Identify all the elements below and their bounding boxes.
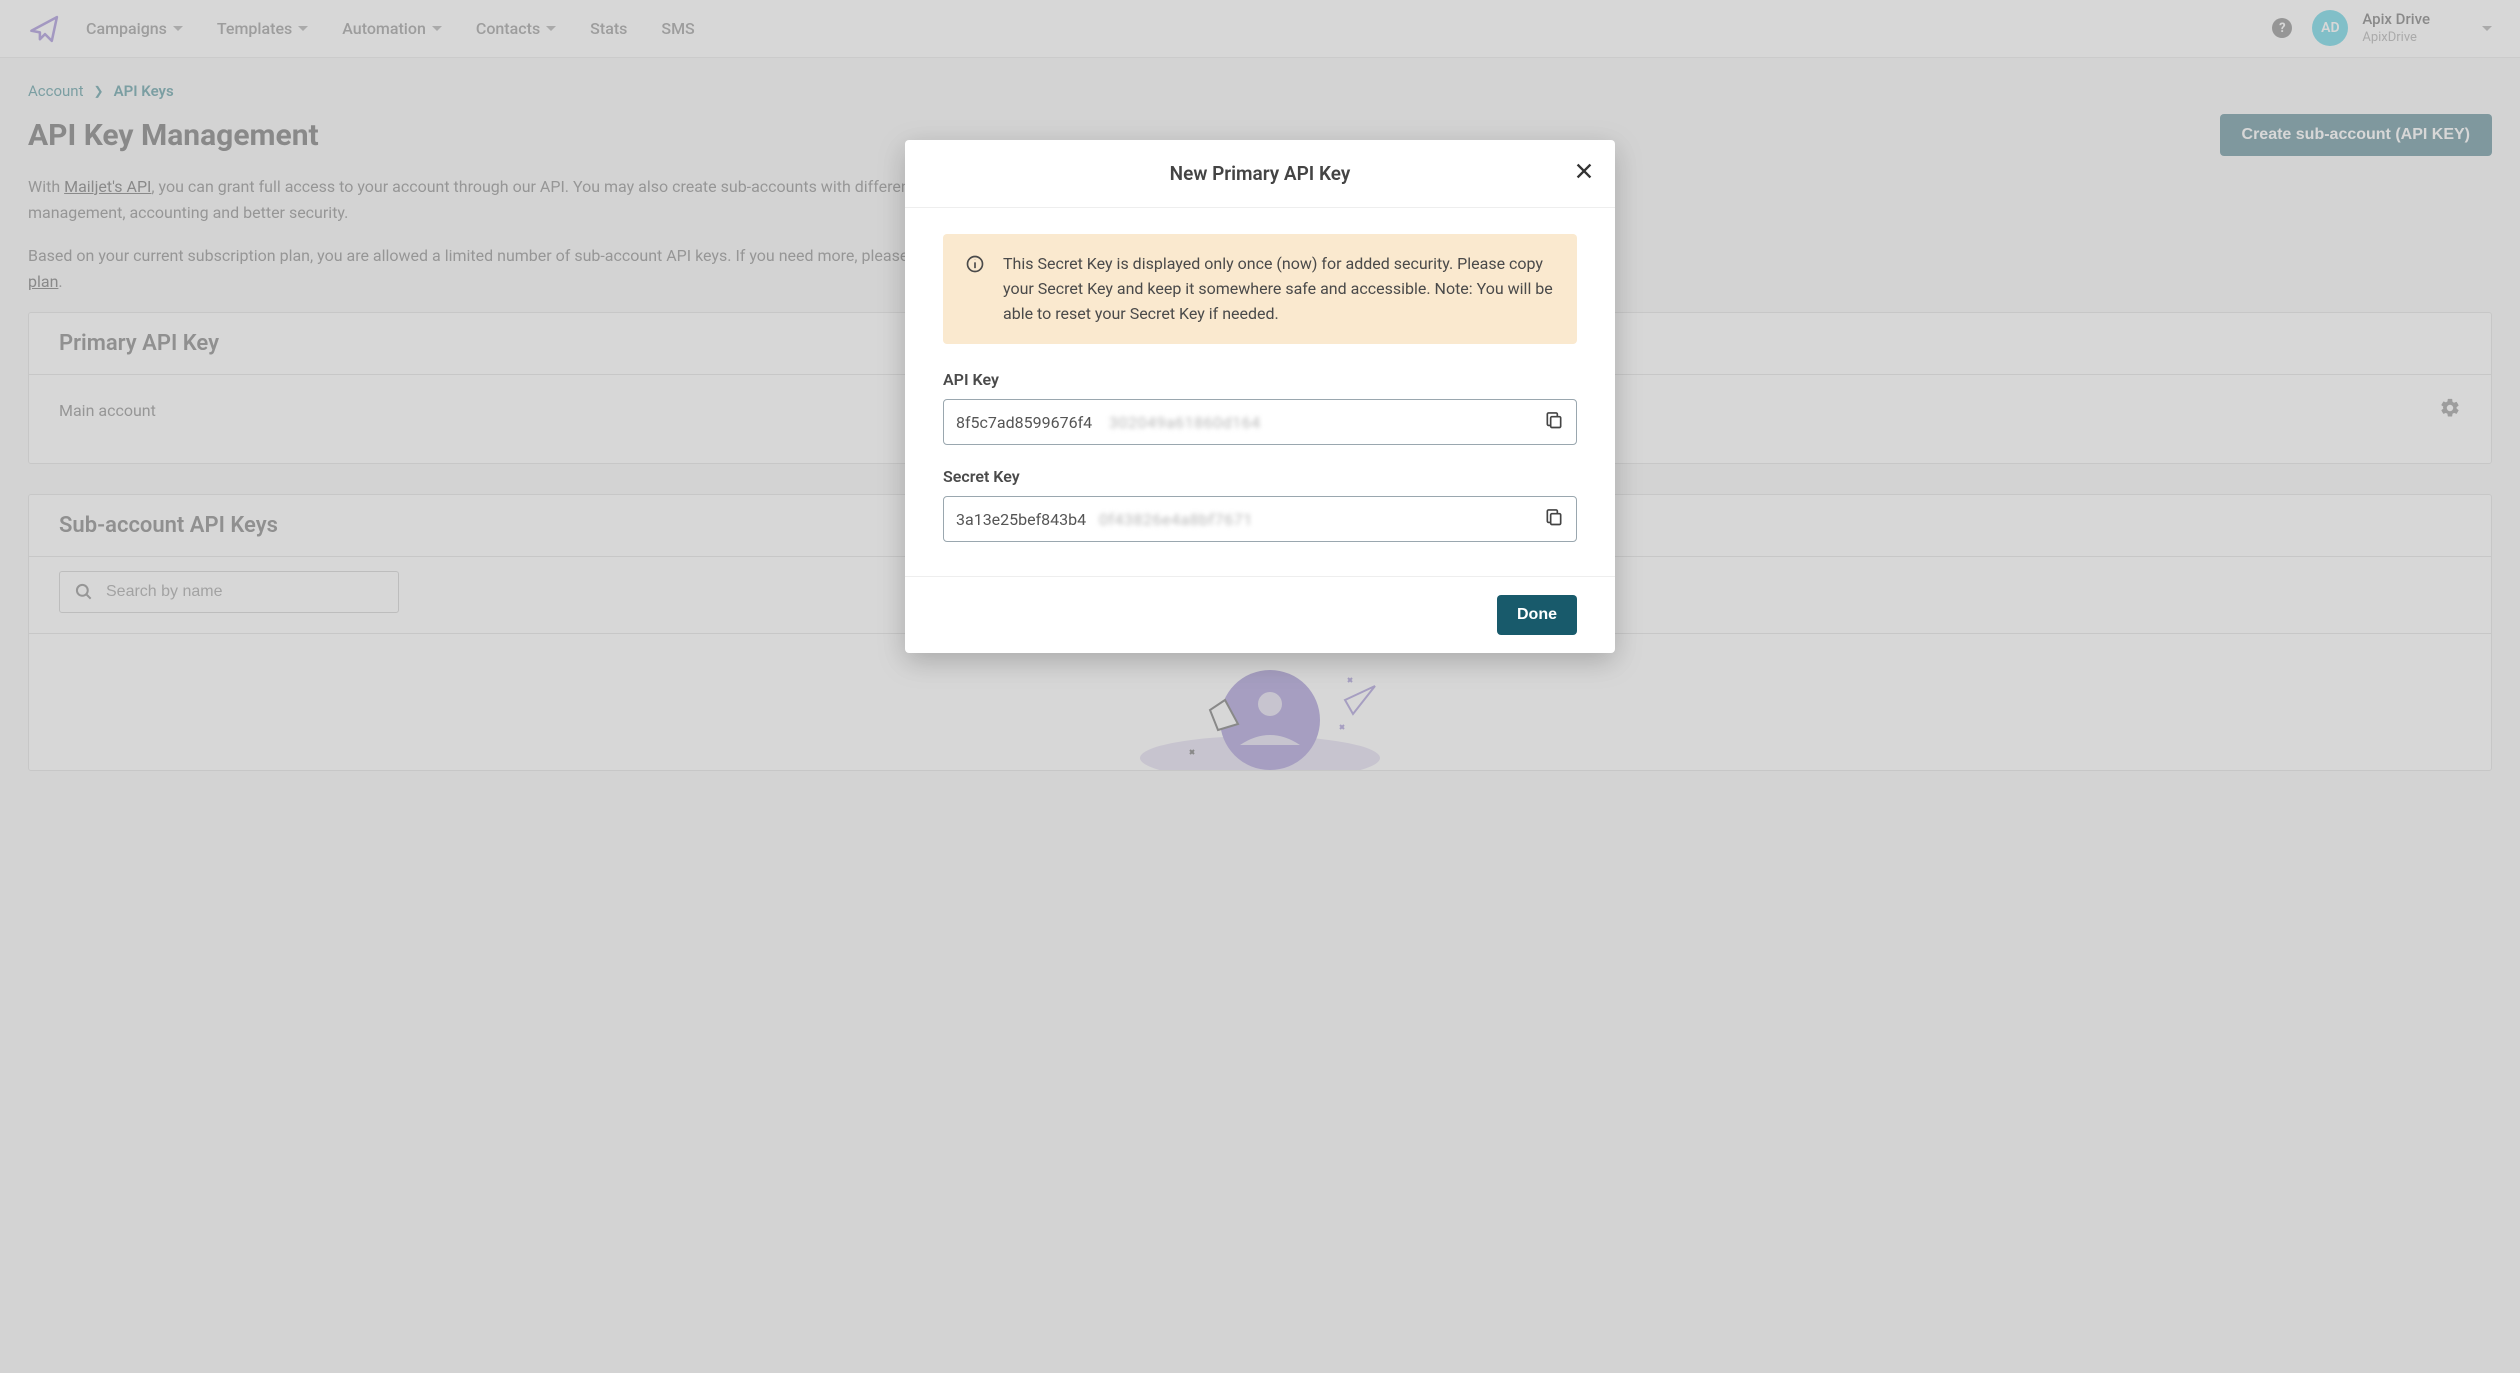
modal-header: New Primary API Key xyxy=(905,140,1615,208)
security-alert: This Secret Key is displayed only once (… xyxy=(943,234,1577,344)
secret-key-masked: 0f43826e4a8bf7671 xyxy=(1099,510,1253,529)
secret-key-label: Secret Key xyxy=(943,467,1577,486)
api-key-masked: 302049a61860d164 xyxy=(1109,413,1261,432)
copy-icon[interactable] xyxy=(1544,507,1564,531)
secret-key-input[interactable] xyxy=(956,510,1101,529)
done-button[interactable]: Done xyxy=(1497,595,1577,635)
close-icon[interactable] xyxy=(1573,160,1595,186)
modal-body: This Secret Key is displayed only once (… xyxy=(905,208,1615,576)
api-key-input[interactable] xyxy=(956,413,1111,432)
info-icon xyxy=(965,254,985,278)
modal-footer: Done xyxy=(905,576,1615,653)
secret-key-field: 0f43826e4a8bf7671 xyxy=(943,496,1577,542)
modal-title: New Primary API Key xyxy=(929,162,1591,185)
api-key-label: API Key xyxy=(943,370,1577,389)
copy-icon[interactable] xyxy=(1544,410,1564,434)
new-api-key-modal: New Primary API Key This Secret Key is d… xyxy=(905,140,1615,653)
modal-overlay: New Primary API Key This Secret Key is d… xyxy=(0,0,2520,1373)
api-key-field: 302049a61860d164 xyxy=(943,399,1577,445)
alert-text: This Secret Key is displayed only once (… xyxy=(1003,252,1555,326)
